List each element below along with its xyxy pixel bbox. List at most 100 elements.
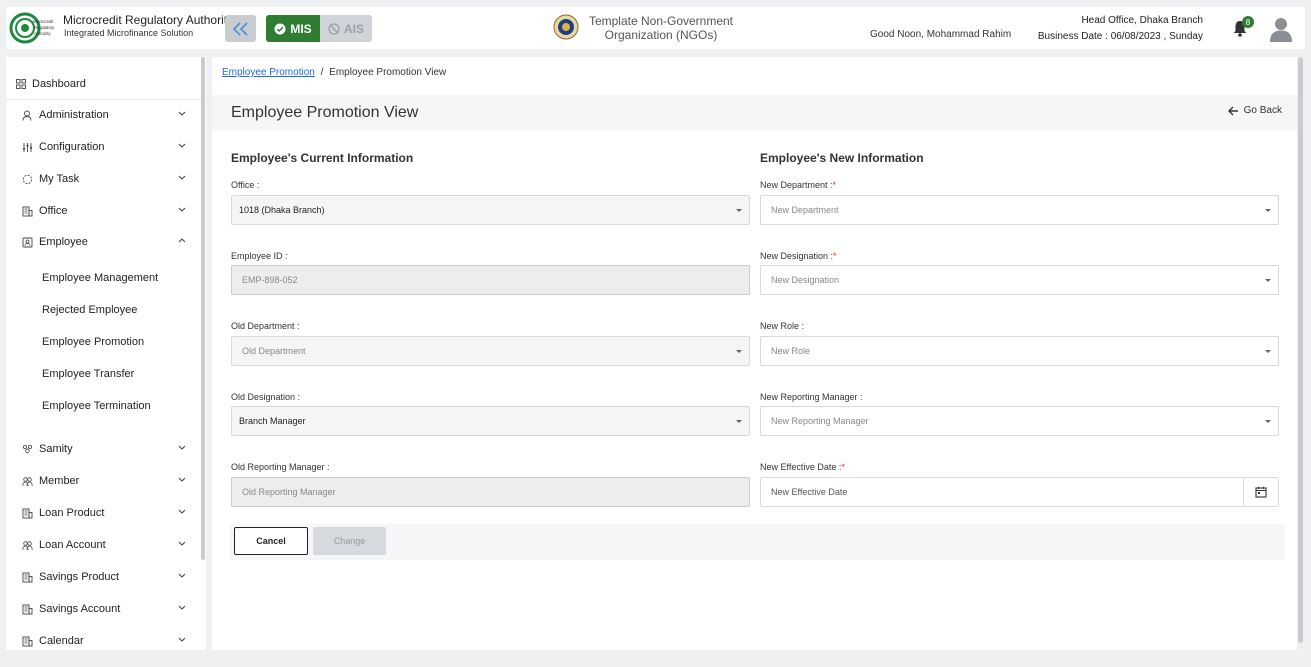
sidebar-item-label: Calendar	[39, 635, 84, 647]
sidebar-item-label: Member	[39, 475, 80, 487]
chevron-down-icon	[178, 207, 186, 212]
grid-icon	[16, 79, 26, 89]
old-reporting-manager-label: Old Reporting Manager :	[231, 462, 330, 472]
old-designation-label: Old Designation :	[231, 392, 301, 402]
sidebar-item-savings-account[interactable]: Savings Account	[6, 597, 200, 621]
sidebar-scrollbar[interactable]	[201, 57, 205, 560]
new-info-title: Employee's New Information	[760, 151, 924, 165]
sidebar: Dashboard Administration Configuration M…	[6, 57, 206, 650]
ais-label: AIS	[343, 21, 364, 36]
sidebar-item-loan-product[interactable]: Loan Product	[6, 501, 200, 525]
sidebar-subitem-employee-management[interactable]: Employee Management	[42, 272, 158, 284]
notification-count-badge: 8	[1242, 16, 1254, 28]
mis-toggle-button[interactable]: MIS	[266, 15, 320, 42]
new-department-label-text: New Department :	[760, 180, 833, 190]
main-scrollbar[interactable]	[1298, 57, 1303, 643]
user-avatar-icon[interactable]	[1269, 16, 1293, 42]
cancel-button[interactable]: Cancel	[234, 527, 308, 555]
sidebar-item-label: Dashboard	[32, 78, 86, 90]
office-label: Office :	[231, 180, 260, 190]
caret-down-icon	[736, 209, 742, 212]
breadcrumb-current: Employee Promotion View	[329, 67, 447, 78]
sidebar-item-label: Administration	[39, 109, 109, 121]
loan-account-icon	[21, 539, 33, 551]
org-name-line2: Organization (NGOs)	[604, 28, 718, 42]
date-input-divider	[1243, 478, 1244, 506]
current-info-title: Employee's Current Information	[231, 151, 414, 165]
old-department-placeholder: Old Department	[242, 346, 306, 356]
chevron-down-icon	[178, 541, 186, 546]
calendar-icon	[21, 635, 33, 647]
sidebar-subitem-employee-promotion[interactable]: Employee Promotion	[42, 336, 144, 348]
old-designation-select[interactable]: Branch Manager	[231, 406, 750, 436]
sidebar-item-employee[interactable]: Employee	[6, 230, 200, 254]
chevron-up-icon	[178, 238, 186, 243]
block-icon	[328, 22, 340, 35]
go-back-button[interactable]: Go Back	[1227, 105, 1282, 116]
new-effective-date-input[interactable]: New Effective Date	[760, 477, 1279, 507]
new-role-placeholder: New Role	[771, 346, 811, 356]
sidebar-item-label: Savings Account	[39, 603, 121, 615]
sidebar-item-samity[interactable]: Samity	[6, 437, 200, 461]
new-reporting-manager-select[interactable]: New Reporting Manager	[760, 406, 1279, 436]
sidebar-subitem-rejected-employee[interactable]: Rejected Employee	[42, 304, 137, 316]
office-value: 1018 (Dhaka Branch)	[239, 205, 325, 215]
old-department-select[interactable]: Old Department	[231, 336, 750, 366]
new-designation-placeholder: New Designation	[771, 275, 840, 285]
caret-down-icon	[736, 420, 742, 423]
employee-id-label: Employee ID :	[231, 251, 288, 261]
chevron-down-icon	[178, 143, 186, 148]
calendar-picker-icon[interactable]	[1255, 486, 1267, 498]
sidebar-item-member[interactable]: Member	[6, 469, 200, 493]
logo-text-3: Authority	[34, 31, 51, 36]
sidebar-subitem-employee-transfer[interactable]: Employee Transfer	[42, 368, 134, 380]
sidebar-item-label: Office	[39, 205, 68, 217]
branch-name: Head Office, Dhaka Branch	[1081, 15, 1203, 26]
loan-product-icon	[21, 507, 33, 519]
new-effective-date-label: New Effective Date :*	[760, 462, 845, 472]
new-designation-label-text: New Designation :	[760, 251, 834, 261]
caret-down-icon	[1265, 209, 1271, 212]
new-role-select[interactable]: New Role	[760, 336, 1279, 366]
sidebar-item-label: Savings Product	[39, 571, 120, 583]
page-title: Employee Promotion View	[231, 104, 419, 121]
savings-product-icon	[21, 571, 33, 583]
brand-title: Microcredit Regulatory Authority	[63, 13, 234, 27]
sidebar-item-dashboard[interactable]: Dashboard	[6, 69, 202, 100]
double-chevron-left-icon	[232, 21, 248, 36]
new-reporting-manager-label: New Reporting Manager :	[760, 392, 863, 402]
group-icon	[21, 443, 33, 455]
old-department-label: Old Department :	[231, 321, 300, 331]
sliders-icon	[21, 141, 33, 153]
employee-id-field: EMP-898-052	[231, 265, 750, 295]
chevron-down-icon	[178, 637, 186, 642]
sidebar-item-label: Loan Product	[39, 507, 105, 519]
collapse-sidebar-button[interactable]	[225, 15, 256, 42]
sidebar-item-calendar[interactable]: Calendar	[6, 629, 200, 650]
sidebar-item-administration[interactable]: Administration	[6, 103, 200, 127]
required-mark: *	[832, 180, 837, 190]
form-action-bar: Cancel Change	[230, 524, 1285, 560]
new-effective-date-placeholder: New Effective Date	[771, 487, 848, 497]
new-department-label: New Department :*	[760, 180, 836, 190]
sidebar-item-label: Employee	[39, 236, 88, 248]
sidebar-item-savings-product[interactable]: Savings Product	[6, 565, 200, 589]
business-date: Business Date : 06/08/2023 , Sunday	[1037, 31, 1203, 42]
chevron-down-icon	[178, 605, 186, 610]
sidebar-item-configuration[interactable]: Configuration	[6, 135, 200, 159]
sidebar-subitem-employee-termination[interactable]: Employee Termination	[42, 400, 151, 412]
ais-toggle-button[interactable]: AIS	[320, 15, 372, 42]
sidebar-item-label: Samity	[39, 443, 73, 455]
new-designation-label: New Designation :*	[760, 251, 837, 261]
sidebar-item-office[interactable]: Office	[6, 199, 200, 223]
new-designation-select[interactable]: New Designation	[760, 265, 1279, 295]
change-button[interactable]: Change	[313, 527, 386, 555]
go-back-label: Go Back	[1243, 105, 1282, 116]
office-building-icon	[21, 205, 33, 217]
sidebar-item-loan-account[interactable]: Loan Account	[6, 533, 200, 557]
breadcrumb-link-employee-promotion[interactable]: Employee Promotion	[222, 67, 315, 78]
sidebar-item-my-task[interactable]: My Task	[6, 167, 200, 191]
sidebar-item-label: Configuration	[39, 141, 105, 153]
new-department-select[interactable]: New Department	[760, 195, 1279, 225]
office-select[interactable]: 1018 (Dhaka Branch)	[231, 195, 750, 225]
